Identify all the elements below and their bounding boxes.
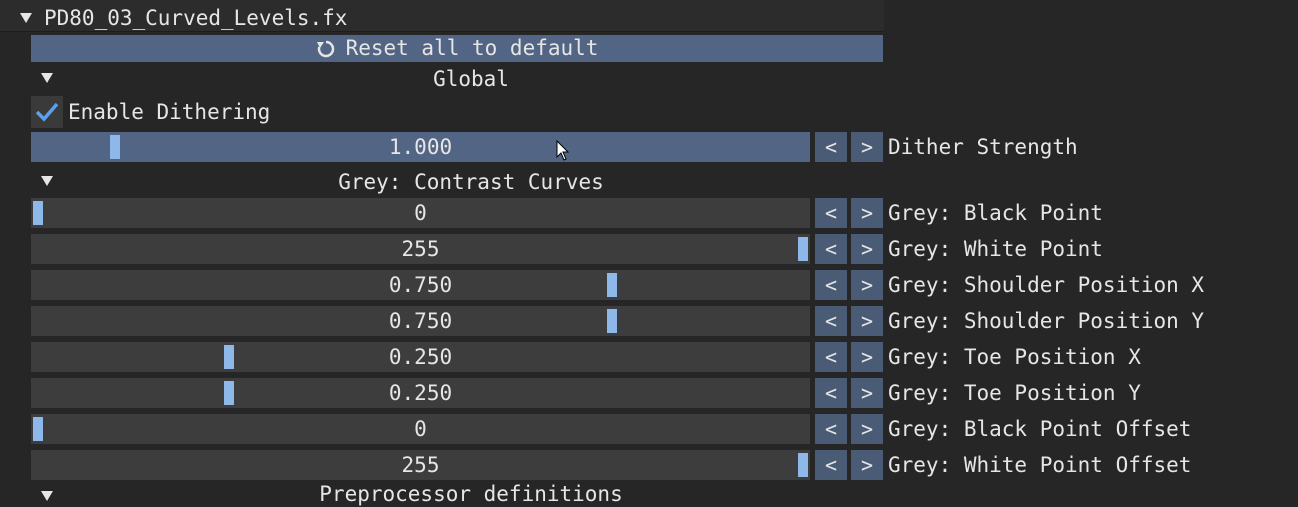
collapse-grey-icon[interactable] [41, 176, 53, 186]
slider-value: 0.750 [388, 273, 453, 297]
grey-param-label: Grey: Toe Position Y [888, 381, 1141, 405]
grey-param-label: Grey: Shoulder Position X [888, 273, 1205, 297]
mouse-cursor-icon [556, 139, 570, 167]
section-preprocessor-title[interactable]: Preprocessor definitions [81, 481, 861, 507]
checkmark-icon [35, 102, 59, 122]
grey-param-slider[interactable]: 0 [31, 414, 810, 444]
grey-param-slider[interactable]: 0.250 [31, 342, 810, 372]
increment-button[interactable]: > [851, 306, 883, 336]
collapse-preprocessor-icon[interactable] [41, 491, 53, 501]
dither-decrement-button[interactable]: < [815, 132, 847, 162]
decrement-button[interactable]: < [815, 270, 847, 300]
increment-button[interactable]: > [851, 342, 883, 372]
increment-button[interactable]: > [851, 198, 883, 228]
slider-value: 0 [414, 201, 427, 225]
enable-dithering-label: Enable Dithering [68, 100, 271, 124]
decrement-button[interactable]: < [815, 234, 847, 264]
increment-button[interactable]: > [851, 270, 883, 300]
reset-icon [316, 39, 336, 59]
grey-param-slider[interactable]: 255 [31, 450, 810, 480]
decrement-button[interactable]: < [815, 414, 847, 444]
grey-param-label: Grey: Black Point Offset [888, 417, 1192, 441]
increment-button[interactable]: > [851, 414, 883, 444]
decrement-button[interactable]: < [815, 450, 847, 480]
slider-value: 255 [401, 453, 440, 477]
increment-button[interactable]: > [851, 450, 883, 480]
enable-dithering-checkbox[interactable] [31, 96, 63, 128]
collapse-global-icon[interactable] [41, 73, 53, 83]
slider-value: 255 [401, 237, 440, 261]
grey-param-label: Grey: Shoulder Position Y [888, 309, 1205, 333]
decrement-button[interactable]: < [815, 378, 847, 408]
grey-param-label: Grey: White Point Offset [888, 453, 1192, 477]
slider-value: 0.250 [388, 381, 453, 405]
grey-param-slider[interactable]: 0.250 [31, 378, 810, 408]
decrement-button[interactable]: < [815, 342, 847, 372]
reset-all-button[interactable]: Reset all to default [31, 35, 883, 62]
dither-increment-button[interactable]: > [851, 132, 883, 162]
increment-button[interactable]: > [851, 234, 883, 264]
reset-all-label: Reset all to default [345, 36, 599, 60]
slider-value: 1.000 [388, 135, 453, 159]
slider-value: 0.250 [388, 345, 453, 369]
decrement-button[interactable]: < [815, 198, 847, 228]
grey-param-slider[interactable]: 255 [31, 234, 810, 264]
file-title[interactable]: PD80_03_Curved_Levels.fx [44, 5, 347, 31]
section-grey-title[interactable]: Grey: Contrast Curves [81, 169, 861, 195]
grey-param-label: Grey: Black Point [888, 201, 1103, 225]
slider-value: 0.750 [388, 309, 453, 333]
increment-button[interactable]: > [851, 378, 883, 408]
dither-strength-slider[interactable]: 1.000 [31, 132, 810, 162]
grey-param-slider[interactable]: 0.750 [31, 270, 810, 300]
grey-param-label: Grey: White Point [888, 237, 1103, 261]
grey-param-slider[interactable]: 0.750 [31, 306, 810, 336]
grey-param-slider[interactable]: 0 [31, 198, 810, 228]
slider-value: 0 [414, 417, 427, 441]
grey-param-label: Grey: Toe Position X [888, 345, 1141, 369]
section-global-title[interactable]: Global [81, 66, 861, 92]
collapse-file-icon[interactable] [20, 13, 32, 23]
decrement-button[interactable]: < [815, 306, 847, 336]
dither-strength-label: Dither Strength [888, 135, 1078, 159]
